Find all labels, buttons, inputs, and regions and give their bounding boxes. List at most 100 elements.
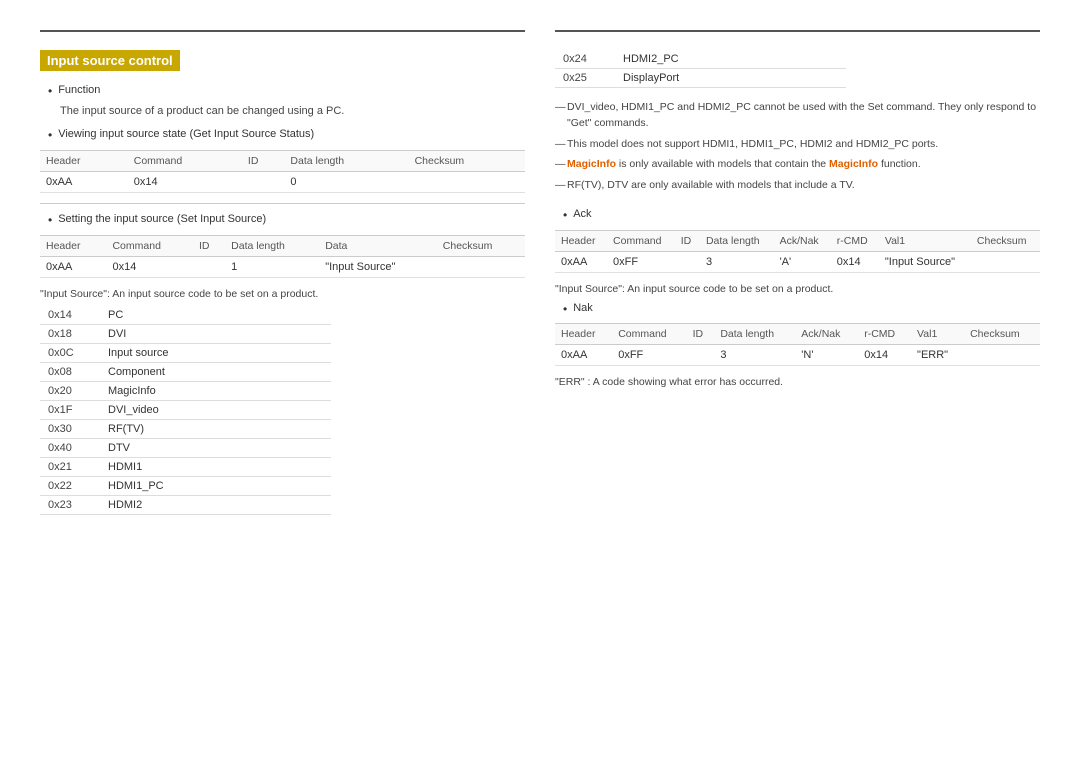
table-row: 0xAA 0xFF 3 'N' 0x14 "ERR" <box>555 345 1040 366</box>
list-item: 0x0CInput source <box>40 343 331 362</box>
set-row-datalength: 1 <box>225 256 319 277</box>
note-rftv: RF(TV), DTV are only available with mode… <box>555 178 1040 194</box>
nak-header-datalength: Data length <box>714 324 795 345</box>
nak-row-id <box>687 345 715 366</box>
setting-label: Setting the input source (Set Input Sour… <box>58 212 266 227</box>
get-row-command: 0x14 <box>128 171 242 192</box>
err-note: "ERR" : A code showing what error has oc… <box>555 376 1040 388</box>
viewing-label: Viewing input source state (Get Input So… <box>58 127 314 142</box>
top-divider-right <box>555 30 1040 32</box>
source-code: 0x14 <box>40 306 100 325</box>
get-row-id <box>242 171 285 192</box>
nak-row-datalength: 3 <box>714 345 795 366</box>
set-header-checksum: Checksum <box>437 235 525 256</box>
nak-row-header: 0xAA <box>555 345 612 366</box>
bullet-dot-nak: • <box>563 301 567 318</box>
ack-bullet-item: • Ack <box>563 207 1040 224</box>
get-table: Header Command ID Data length Checksum 0… <box>40 150 525 193</box>
source-name: DVI_video <box>100 400 331 419</box>
nak-header-id: ID <box>687 324 715 345</box>
table-row: 0xAA 0x14 0 <box>40 171 525 192</box>
setting-bullet-item: • Setting the input source (Set Input So… <box>48 212 525 229</box>
function-desc: The input source of a product can be cha… <box>60 104 525 119</box>
source-name: DVI <box>100 324 331 343</box>
source-code: 0x20 <box>40 381 100 400</box>
set-table: Header Command ID Data length Data Check… <box>40 235 525 278</box>
source-code: 0x08 <box>40 362 100 381</box>
ack-header-command: Command <box>607 230 675 251</box>
list-item: 0x20MagicInfo <box>40 381 331 400</box>
nak-table: Header Command ID Data length Ack/Nak r-… <box>555 323 1040 366</box>
source-name: HDMI1 <box>100 457 331 476</box>
source-name: HDMI2 <box>100 495 331 514</box>
get-header-command: Command <box>128 150 242 171</box>
nak-row-rcmd: 0x14 <box>858 345 911 366</box>
nak-header-command: Command <box>612 324 686 345</box>
nak-row-acknak: 'N' <box>795 345 858 366</box>
list-item: 0x30RF(TV) <box>40 419 331 438</box>
nak-row-command: 0xFF <box>612 345 686 366</box>
list-item: 0x25DisplayPort <box>555 69 846 88</box>
list-item: 0x14PC <box>40 306 331 325</box>
nak-bullet-item: • Nak <box>563 301 1040 318</box>
list-item: 0x22HDMI1_PC <box>40 476 331 495</box>
ack-header-id: ID <box>675 230 700 251</box>
source-name: Input source <box>100 343 331 362</box>
nak-label: Nak <box>573 301 593 316</box>
get-row-checksum <box>409 171 525 192</box>
ack-row-val1: "Input Source" <box>879 251 971 272</box>
nak-header-rcmd: r-CMD <box>858 324 911 345</box>
set-row-header: 0xAA <box>40 256 106 277</box>
ack-row-rcmd: 0x14 <box>831 251 879 272</box>
ack-header-rcmd: r-CMD <box>831 230 879 251</box>
source-code: 0x18 <box>40 324 100 343</box>
set-row-id <box>193 256 225 277</box>
ack-header-checksum: Checksum <box>971 230 1040 251</box>
set-header-id: ID <box>193 235 225 256</box>
bullet-dot-3: • <box>48 212 52 229</box>
source-code: 0x24 <box>555 50 615 69</box>
ack-header-acknak: Ack/Nak <box>774 230 831 251</box>
ack-row-command: 0xFF <box>607 251 675 272</box>
source-name: PC <box>100 306 331 325</box>
ack-header-header: Header <box>555 230 607 251</box>
source-note-left: "Input Source": An input source code to … <box>40 288 525 300</box>
ack-row-acknak: 'A' <box>774 251 831 272</box>
page-container: Input source control • Function The inpu… <box>40 30 1040 517</box>
ack-row-datalength: 3 <box>700 251 774 272</box>
left-column: Input source control • Function The inpu… <box>40 30 525 517</box>
section-title: Input source control <box>40 50 180 71</box>
get-row-header: 0xAA <box>40 171 128 192</box>
list-item: 0x23HDMI2 <box>40 495 331 514</box>
ack-source-note: "Input Source": An input source code to … <box>555 283 1040 295</box>
source-code: 0x0C <box>40 343 100 362</box>
set-header-command: Command <box>106 235 192 256</box>
table-row: 0xAA 0x14 1 "Input Source" <box>40 256 525 277</box>
function-bullet-item: • Function <box>48 83 525 100</box>
set-header-header: Header <box>40 235 106 256</box>
list-item: 0x21HDMI1 <box>40 457 331 476</box>
list-item: 0x24HDMI2_PC <box>555 50 846 69</box>
source-name: Component <box>100 362 331 381</box>
ack-row-id <box>675 251 700 272</box>
magicinfo-highlight-1: MagicInfo <box>567 158 616 170</box>
source-name: RF(TV) <box>100 419 331 438</box>
source-code: 0x22 <box>40 476 100 495</box>
nak-header-acknak: Ack/Nak <box>795 324 858 345</box>
set-row-checksum <box>437 256 525 277</box>
source-code: 0x21 <box>40 457 100 476</box>
source-code-table: 0x14PC0x18DVI0x0CInput source0x08Compone… <box>40 306 331 515</box>
list-item: 0x18DVI <box>40 324 331 343</box>
nak-header-header: Header <box>555 324 612 345</box>
set-header-datalength: Data length <box>225 235 319 256</box>
list-item: 0x08Component <box>40 362 331 381</box>
nak-row-val1: "ERR" <box>911 345 964 366</box>
nak-header-checksum: Checksum <box>964 324 1040 345</box>
list-item: 0x40DTV <box>40 438 331 457</box>
source-name: HDMI2_PC <box>615 50 846 69</box>
source-code: 0x40 <box>40 438 100 457</box>
source-code: 0x23 <box>40 495 100 514</box>
magicinfo-highlight-2: MagicInfo <box>829 158 878 170</box>
nak-header-val1: Val1 <box>911 324 964 345</box>
ack-label: Ack <box>573 207 591 222</box>
